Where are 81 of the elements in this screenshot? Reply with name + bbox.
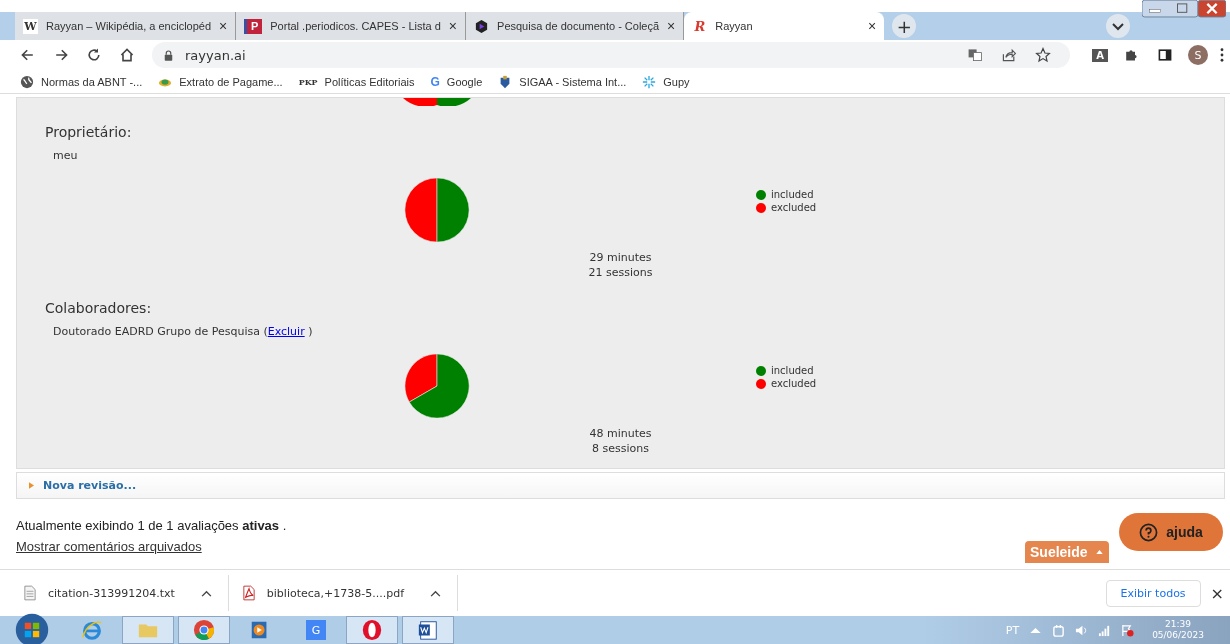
taskbar-app[interactable] <box>402 616 454 644</box>
window-controls-icon[interactable] <box>1142 0 1226 19</box>
taskbar-app[interactable]: G <box>290 616 342 644</box>
sparkle-icon <box>642 74 657 89</box>
new-review-bar[interactable]: Nova revisão... <box>16 472 1225 499</box>
globe-icon <box>20 74 34 89</box>
member-text: meu <box>53 149 79 162</box>
legend-label: excluded <box>771 202 817 213</box>
share-icon[interactable] <box>1001 47 1018 63</box>
pie-chart-drawing <box>401 98 473 106</box>
profile-avatar[interactable]: S <box>1188 45 1208 65</box>
rayyan-icon: R <box>692 18 708 34</box>
start-button-icon[interactable] <box>14 612 50 644</box>
pkp-logo: PKP <box>298 76 318 87</box>
home-icon[interactable] <box>119 47 135 63</box>
bookmark[interactable]: SIGAA - Sistema Int... <box>498 74 627 89</box>
bookmark[interactable]: PKP Políticas Editoriais <box>298 75 415 88</box>
opera-logo-icon <box>361 619 383 641</box>
minutes-text: 29 minutes <box>589 250 652 265</box>
menu-icon[interactable] <box>1220 48 1224 62</box>
bookmark[interactable]: Gupy <box>642 74 690 89</box>
forward-icon[interactable] <box>53 47 69 63</box>
puzzle-icon[interactable] <box>1123 47 1139 63</box>
star-icon[interactable] <box>1035 47 1052 63</box>
address-bar[interactable]: rayyan.ai <box>152 42 1071 68</box>
word-icon <box>417 619 439 641</box>
new-tab-button[interactable]: + <box>892 14 917 38</box>
help-button[interactable]: ajuda <box>1119 513 1223 551</box>
hexagon-logo-icon <box>474 18 490 34</box>
lock-icon <box>164 49 173 61</box>
reload-icon[interactable] <box>86 47 102 63</box>
g-app-icon: G <box>306 620 326 640</box>
browser-tab[interactable]: Pesquisa de documento - Coleçã × <box>466 12 685 40</box>
taskbar-app[interactable] <box>178 616 230 644</box>
show-all-button[interactable]: Exibir todos <box>1105 579 1201 607</box>
legend-label: excluded <box>771 378 817 389</box>
tab-search-icon[interactable] <box>1106 14 1130 38</box>
member-text: Doutorado EADRD Grupo de Pesquisa (Excluir ) <box>53 325 314 338</box>
sessions-text: 21 sessions <box>588 265 653 280</box>
back-icon[interactable] <box>20 47 36 63</box>
close-icon[interactable]: × <box>868 18 877 34</box>
bookmark[interactable]: Extrato de Pagame... <box>158 74 283 89</box>
pie-chart-drawing <box>401 352 473 420</box>
flag-icon[interactable] <box>1121 623 1135 637</box>
triangle-right-icon <box>29 482 34 489</box>
text-file-icon <box>24 585 36 601</box>
extension-button[interactable]: A <box>1092 48 1108 62</box>
status-text: Atualmente exibindo 1 de 1 avaliações ativas . <box>16 518 287 533</box>
close-icon[interactable]: × <box>448 18 458 34</box>
archived-comments-link[interactable]: Mostrar comentários arquivados <box>16 539 202 554</box>
portal-icon: P <box>244 18 263 34</box>
chevron-up-icon[interactable] <box>200 589 212 597</box>
sessions-text: 8 sessions <box>592 441 649 456</box>
legend-label: included <box>771 189 814 200</box>
browser-tab[interactable]: W Rayyan – Wikipédia, a enciclopéd × <box>15 12 237 40</box>
question-icon <box>1139 522 1159 542</box>
browser-tab[interactable]: P Portal .periodicos. CAPES - Lista d × <box>236 12 467 40</box>
wikipedia-icon: W <box>23 18 38 34</box>
download-item[interactable]: citation-313991204.txt <box>24 575 229 611</box>
minutes-text: 48 minutes <box>589 426 652 441</box>
download-item[interactable]: biblioteca,+1738-5....pdf <box>242 575 459 611</box>
legend-label: included <box>771 365 814 376</box>
chevron-up-icon[interactable] <box>430 589 442 597</box>
close-icon[interactable]: × <box>219 18 228 34</box>
remove-link[interactable]: Excluir <box>267 325 305 338</box>
google-logo: G <box>430 74 440 89</box>
bookmark[interactable]: Normas da ABNT -... <box>20 74 143 89</box>
bookmark[interactable]: G Google <box>430 74 483 89</box>
caret-up-icon <box>1095 550 1103 554</box>
translate-icon[interactable] <box>967 47 984 63</box>
close-icon[interactable]: × <box>667 18 676 34</box>
taskbar-app[interactable] <box>346 616 398 644</box>
pie-chart-drawing <box>401 176 473 244</box>
pdf-file-icon <box>242 585 255 601</box>
close-icon[interactable]: × <box>1210 583 1224 603</box>
chrome-logo-icon <box>193 619 215 641</box>
section-heading: Proprietário: <box>45 124 133 140</box>
letter-e-icon <box>81 619 103 641</box>
section-heading: Colaboradores: <box>45 300 153 316</box>
side-panel-icon[interactable] <box>1157 47 1173 63</box>
browser-tab[interactable]: R Rayyan × <box>684 12 885 40</box>
